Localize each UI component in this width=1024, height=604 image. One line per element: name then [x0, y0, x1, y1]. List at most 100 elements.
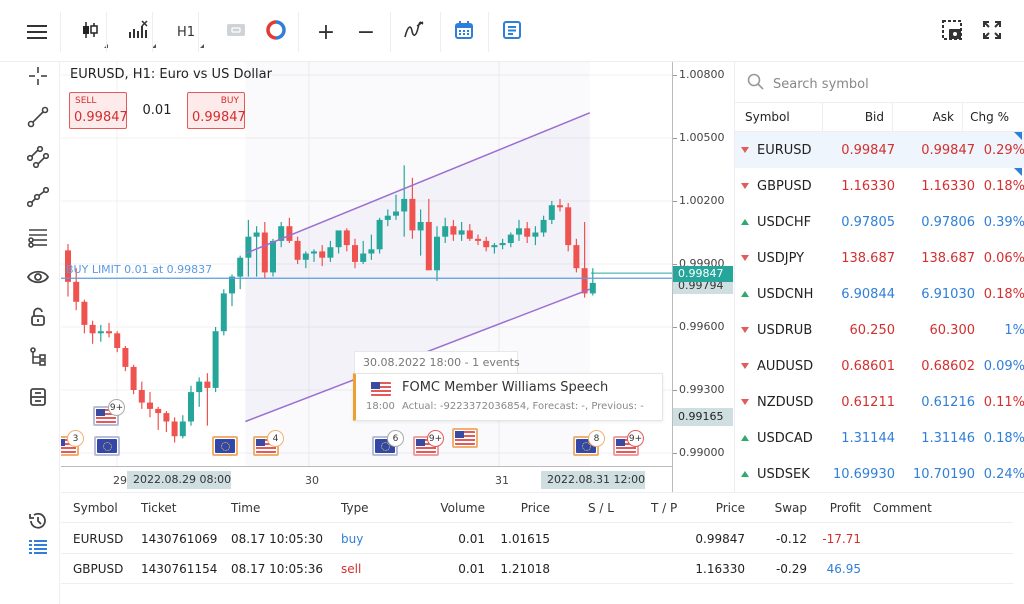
- us-flag-icon: [371, 382, 391, 396]
- lock-icon: [29, 307, 47, 331]
- column-header[interactable]: Swap: [775, 501, 807, 515]
- journal-button[interactable]: [494, 14, 530, 50]
- watchlist-row[interactable]: EURUSD 0.99847 0.99847 0.29%: [735, 132, 1024, 168]
- watchlist-symbol: USDJPY: [757, 250, 805, 266]
- watchlist-chg: 0.09%: [983, 358, 1024, 374]
- sync-button[interactable]: [258, 14, 294, 50]
- column-header[interactable]: Price: [521, 501, 550, 515]
- time-axis[interactable]: 29 30 31 2022.08.29 08:00 2022.08.31 12:…: [61, 466, 672, 492]
- column-header[interactable]: Comment: [873, 501, 932, 515]
- candle-body: [196, 381, 203, 393]
- col-ask[interactable]: Ask: [893, 103, 963, 131]
- candle-body: [507, 234, 514, 243]
- watchlist-row[interactable]: USDCNH 6.90844 6.91030 0.18%: [735, 276, 1024, 312]
- search-input[interactable]: [773, 76, 973, 92]
- watchlist-row[interactable]: NZDUSD 0.61211 0.61216 0.11%: [735, 384, 1024, 420]
- watchlist-row[interactable]: USDJPY 138.687 138.687 0.06%: [735, 240, 1024, 276]
- journal-icon: [502, 20, 522, 44]
- watchlist-row[interactable]: GBPUSD 1.16330 1.16330 0.18%: [735, 168, 1024, 204]
- watchlist-symbol: GBPUSD: [757, 178, 812, 194]
- watchlist-chg: 0.06%: [983, 250, 1024, 266]
- candle-body: [171, 421, 178, 437]
- visibility-toggle[interactable]: [20, 264, 56, 294]
- col-bid[interactable]: Bid: [823, 103, 893, 131]
- calendar-button[interactable]: [446, 14, 482, 50]
- position-row[interactable]: EURUSD 1430761069 08.17 10:05:30 buy 0.01 1.0…: [61, 524, 1013, 554]
- event-marker-selected[interactable]: [452, 428, 478, 448]
- trendline-tool[interactable]: [20, 104, 56, 134]
- time-axis-label: 31: [495, 474, 509, 487]
- column-header[interactable]: Symbol: [73, 501, 118, 515]
- event-marker[interactable]: [212, 436, 238, 456]
- lock-toggle[interactable]: [20, 304, 56, 334]
- channel-tool[interactable]: [20, 144, 56, 174]
- column-header[interactable]: Ticket: [141, 501, 177, 515]
- fullscreen-button[interactable]: [974, 14, 1010, 50]
- column-header[interactable]: Type: [341, 501, 369, 515]
- col-symbol[interactable]: Symbol: [735, 103, 823, 131]
- price-axis[interactable]: 1.00800 1.00500 1.00200 0.99900 0.99600 …: [672, 62, 733, 492]
- candle-body: [466, 230, 473, 239]
- candle-body: [130, 366, 137, 390]
- position-symbol: GBPUSD: [73, 562, 124, 576]
- event-count-badge: 4: [267, 430, 284, 447]
- zoom-out-button[interactable]: −: [348, 14, 384, 50]
- watchlist-row[interactable]: AUDUSD 0.68601 0.68602 0.09%: [735, 348, 1024, 384]
- column-header[interactable]: Profit: [830, 501, 861, 515]
- chart-type-button[interactable]: [70, 14, 110, 50]
- column-header[interactable]: Price: [716, 501, 745, 515]
- crosshair-tool[interactable]: [20, 63, 56, 93]
- candle-body: [360, 253, 367, 262]
- object-tree-button[interactable]: [20, 344, 56, 374]
- event-marker[interactable]: [94, 436, 120, 456]
- position-type: sell: [341, 562, 362, 576]
- candle-body: [483, 240, 490, 248]
- candle-body: [393, 211, 399, 216]
- remove-objects-button[interactable]: [20, 384, 56, 414]
- positions-header: Symbol Ticket Time Type Volume Price S / L T / …: [61, 493, 1013, 523]
- up-arrow-icon: [741, 435, 749, 441]
- candle-body: [425, 222, 432, 271]
- eye-icon: [26, 269, 50, 289]
- col-chg[interactable]: Chg %: [963, 103, 1013, 131]
- candle-body: [163, 413, 170, 422]
- watchlist-row[interactable]: USDCAD 1.31144 1.31146 0.18%: [735, 420, 1024, 456]
- watchlist-row[interactable]: USDRUB 60.250 60.300 1%: [735, 312, 1024, 348]
- volume-input[interactable]: 0.01: [129, 92, 185, 129]
- fibonacci-tool[interactable]: [20, 224, 56, 254]
- price-chart[interactable]: EURUSD, H1: Euro vs US Dollar SELL 0.998…: [61, 62, 733, 492]
- position-profit: 46.95: [826, 562, 861, 576]
- column-header[interactable]: Time: [231, 501, 260, 515]
- position-open_price: 1.21018: [500, 562, 550, 576]
- watchlist-bid: 0.99847: [841, 142, 895, 158]
- column-header[interactable]: T / P: [651, 501, 677, 515]
- column-header[interactable]: S / L: [588, 501, 614, 515]
- watchlist-ask: 138.687: [921, 250, 975, 266]
- symbol-search[interactable]: [747, 70, 1017, 98]
- candle-body: [253, 232, 260, 237]
- watchlist-ask: 1.16330: [921, 178, 975, 194]
- position-ticket: 1430761154: [141, 562, 218, 576]
- buy-button[interactable]: BUY 0.99847: [187, 92, 246, 129]
- screenshot-button[interactable]: [934, 14, 970, 50]
- candle-body: [188, 392, 194, 422]
- watchlist-row[interactable]: USDCHF 0.97805 0.97806 0.39%: [735, 204, 1024, 240]
- candle-body: [499, 243, 506, 246]
- objects-button[interactable]: [396, 14, 432, 50]
- trendline-icon: [27, 106, 49, 132]
- zoom-in-button[interactable]: +: [308, 14, 344, 50]
- chart-title: EURUSD, H1: Euro vs US Dollar: [70, 67, 272, 82]
- one-click-trading-button[interactable]: [218, 14, 254, 50]
- watchlist-chg: 1%: [1004, 322, 1024, 338]
- watchlist-row[interactable]: USDSEK 10.69930 10.70190 0.24%: [735, 456, 1024, 492]
- candle-body: [311, 251, 317, 254]
- position-row[interactable]: GBPUSD 1430761154 08.17 10:05:36 sell 0.01 1.…: [61, 554, 1013, 584]
- sell-button[interactable]: SELL 0.99847: [69, 92, 128, 129]
- column-header[interactable]: Volume: [440, 501, 485, 515]
- order-line-label[interactable]: BUY LIMIT 0.01 at 0.99837: [66, 263, 212, 276]
- timeframe-button[interactable]: H1: [166, 14, 206, 50]
- polyline-tool[interactable]: [20, 184, 56, 214]
- timeframe-label: H1: [176, 24, 196, 40]
- hamburger-menu-icon[interactable]: [20, 14, 54, 50]
- trade-tab[interactable]: [20, 534, 56, 564]
